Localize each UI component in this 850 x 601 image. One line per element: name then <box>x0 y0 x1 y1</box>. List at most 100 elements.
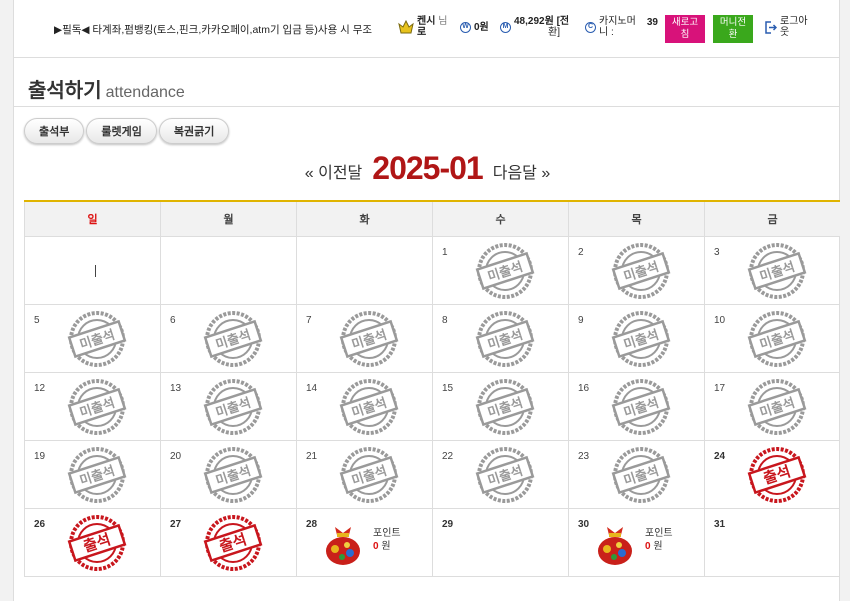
casino-label-2: 니 : <box>599 27 614 38</box>
day-number: 5 <box>34 314 40 326</box>
calendar-day: 5 미출석 <box>24 303 161 373</box>
crown-icon <box>398 20 414 34</box>
calendar-day <box>24 235 161 305</box>
calendar-week: 12 미출석 13 미출석 14 미출석 15 미출석 16 미출석 17 미출석 <box>24 371 841 441</box>
logout-label-2: 웃 <box>780 27 790 38</box>
calendar-day: 30 포인트 0 원 <box>568 507 705 577</box>
calendar-day: 13 미출석 <box>160 371 297 441</box>
day-number: 1 <box>442 246 448 258</box>
absent-stamp-icon: 미출석 <box>747 378 807 435</box>
point-value: 0원 <box>474 22 489 33</box>
calendar-day: 20 미출석 <box>160 439 297 509</box>
tab-bar: 출석부 룰렛게임 복권긁기 <box>24 118 230 144</box>
day-number: 9 <box>578 314 584 326</box>
next-month-link[interactable]: 다음달 » <box>493 159 551 187</box>
weekday-header: 금 <box>704 200 841 237</box>
stamp-label: 출석 <box>217 530 249 556</box>
absent-stamp-icon: 미출석 <box>203 446 263 503</box>
absent-stamp-icon: 미출석 <box>339 446 399 503</box>
day-number: 17 <box>714 382 726 394</box>
calendar-day: 26 출석 <box>24 507 161 577</box>
absent-stamp-icon: 미출석 <box>611 378 671 435</box>
day-number: 24 <box>714 450 726 462</box>
page-subtitle: attendance <box>105 84 185 101</box>
refresh-button[interactable]: 새로고 침 <box>665 15 705 43</box>
reward-unit: 원 <box>653 540 663 552</box>
lucky-bag-icon <box>598 526 632 565</box>
day-number: 26 <box>34 518 46 530</box>
stamp-label: 출석 <box>81 530 113 556</box>
day-number: 30 <box>578 518 590 530</box>
present-stamp-icon: 출석 <box>747 446 807 503</box>
tab-lottery[interactable]: 복권긁기 <box>158 118 230 144</box>
day-number: 27 <box>170 518 182 530</box>
money-convert-button[interactable]: 머니전 환 <box>713 15 753 43</box>
convert-link[interactable]: 환] <box>548 27 560 38</box>
page-frame: ▶필독◀ 타계좌,펌뱅킹(토스,핀크,카카오페이,atm기 입금 등)사용 시 … <box>13 0 841 601</box>
calendar-day: 2 미출석 <box>568 235 705 305</box>
calendar-day: 6 미출석 <box>160 303 297 373</box>
day-number: 23 <box>578 450 590 462</box>
calendar-week: 1 미출석 2 미출석 3 미출석 <box>24 235 841 305</box>
day-number: 31 <box>714 518 726 530</box>
logout-icon <box>765 20 777 34</box>
calendar-day: 23 미출석 <box>568 439 705 509</box>
absent-stamp-icon: 미출석 <box>67 446 127 503</box>
user-suffix: 님 <box>438 16 448 27</box>
present-stamp-icon: 출석 <box>67 514 127 571</box>
day-number: 29 <box>442 518 454 530</box>
absent-stamp-icon: 미출석 <box>747 310 807 367</box>
absent-stamp-icon: 미출석 <box>475 242 535 299</box>
calendar-day: 16 미출석 <box>568 371 705 441</box>
absent-stamp-icon: 미출석 <box>475 378 535 435</box>
stamp-label: 출석 <box>761 462 793 488</box>
casino-money: C 카지노머 니 : 39 <box>585 16 658 38</box>
absent-stamp-icon: 미출석 <box>203 378 263 435</box>
calendar-day: 27 출석 <box>160 507 297 577</box>
calendar-day <box>160 235 297 305</box>
lucky-bag-icon <box>326 526 360 565</box>
calendar-day <box>296 235 433 305</box>
user-info: 켄시 님로 <box>398 16 447 38</box>
calendar-day: 1 미출석 <box>432 235 569 305</box>
day-number: 19 <box>34 450 46 462</box>
absent-stamp-icon: 미출석 <box>611 310 671 367</box>
tab-attendance[interactable]: 출석부 <box>24 118 85 144</box>
day-number: 16 <box>578 382 590 394</box>
day-number: 21 <box>306 450 318 462</box>
reward-amount: 0 <box>373 540 379 552</box>
reward-info: 포인트 0 원 <box>373 527 401 553</box>
calendar-day: 22 미출석 <box>432 439 569 509</box>
casino-value: 39 <box>646 16 658 28</box>
money-value: 48,292원 [전 <box>514 16 570 27</box>
user-name: 켄시 <box>417 16 436 27</box>
calendar-day: 19 미출석 <box>24 439 161 509</box>
absent-stamp-icon: 미출석 <box>67 310 127 367</box>
calendar-day: 10 미출석 <box>704 303 841 373</box>
calendar-day: 3 미출석 <box>704 235 841 305</box>
weekday-header: 수 <box>432 200 569 237</box>
day-number: 2 <box>578 246 584 258</box>
day-number: 6 <box>170 314 176 326</box>
point-balance: W 0원 <box>460 22 489 33</box>
logout-button[interactable]: 로그아 웃 <box>764 16 808 38</box>
calendar-week: 5 미출석 6 미출석 7 미출석 8 미출석 9 미출석 10 미출석 <box>24 303 841 373</box>
notice-ticker[interactable]: ▶필독◀ 타계좌,펌뱅킹(토스,핀크,카카오페이,atm기 입금 등)사용 시 … <box>54 22 372 37</box>
prev-month-link[interactable]: « 이전달 <box>305 159 363 187</box>
day-number: 13 <box>170 382 182 394</box>
day-number: 22 <box>442 450 454 462</box>
calendar-day: 24 출석 <box>704 439 841 509</box>
day-number: 12 <box>34 382 46 394</box>
calendar-week: 19 미출석 20 미출석 21 미출석 22 미출석 23 미출석 24 출석 <box>24 439 841 509</box>
day-number: 3 <box>714 246 720 258</box>
scrollbar[interactable] <box>840 0 850 601</box>
reward-info: 포인트 0 원 <box>645 527 673 553</box>
month-nav: « 이전달 2025-01 다음달 » <box>14 150 841 187</box>
present-stamp-icon: 출석 <box>203 514 263 571</box>
tab-roulette[interactable]: 룰렛게임 <box>86 118 157 144</box>
user-name-line2: 로 <box>417 27 427 38</box>
logout-label: 로그아 <box>780 16 808 27</box>
weekday-header: 일 <box>24 200 161 237</box>
absent-stamp-icon: 미출석 <box>611 446 671 503</box>
page-title-text: 출석하기 <box>28 80 102 102</box>
